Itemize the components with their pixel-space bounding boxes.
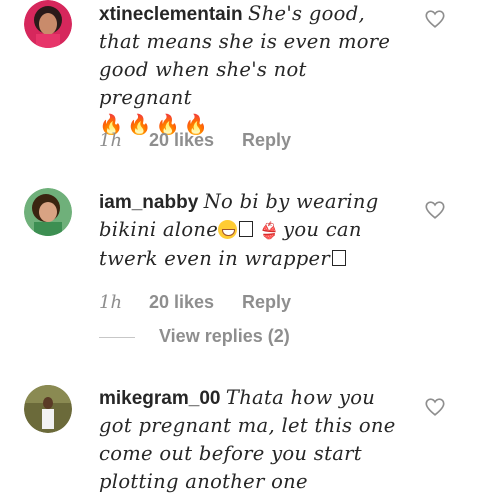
heart-outline-icon[interactable] [424, 199, 446, 221]
avatar[interactable] [24, 385, 72, 433]
avatar[interactable] [24, 188, 72, 236]
comment-username[interactable]: mikegram_00 [99, 388, 220, 409]
grin-emoji [218, 220, 238, 239]
comment-username[interactable]: iam_nabby [99, 192, 198, 213]
comment-body: iam_nabby No bi by wearing bikini alone 👙… [99, 188, 399, 273]
avatar[interactable] [24, 0, 72, 48]
comment-time: 1h [99, 292, 123, 313]
comment-time: 1h [99, 130, 123, 151]
view-replies-button[interactable]: View replies (2) [99, 326, 290, 347]
view-replies-label: View replies (2) [159, 326, 290, 346]
reply-button[interactable]: Reply [242, 130, 291, 151]
comment-username[interactable]: xtineclementain [99, 4, 243, 25]
comment-body: xtineclementain She's good, that means s… [99, 0, 399, 139]
comment-meta: 1h 20 likes Reply [99, 292, 291, 313]
reply-button[interactable]: Reply [242, 292, 291, 313]
missing-glyph-box [332, 250, 347, 266]
missing-glyph-box [239, 221, 254, 237]
comment-likes[interactable]: 20 likes [149, 292, 237, 313]
divider [99, 336, 135, 338]
bikini-emoji: 👙 [259, 223, 279, 240]
comment-meta: 1h 20 likes Reply [99, 130, 291, 151]
heart-outline-icon[interactable] [424, 396, 446, 418]
heart-outline-icon[interactable] [424, 8, 446, 30]
comment-body: mikegram_00 Thata how you got pregnant m… [99, 384, 399, 496]
comment-likes[interactable]: 20 likes [149, 130, 237, 151]
